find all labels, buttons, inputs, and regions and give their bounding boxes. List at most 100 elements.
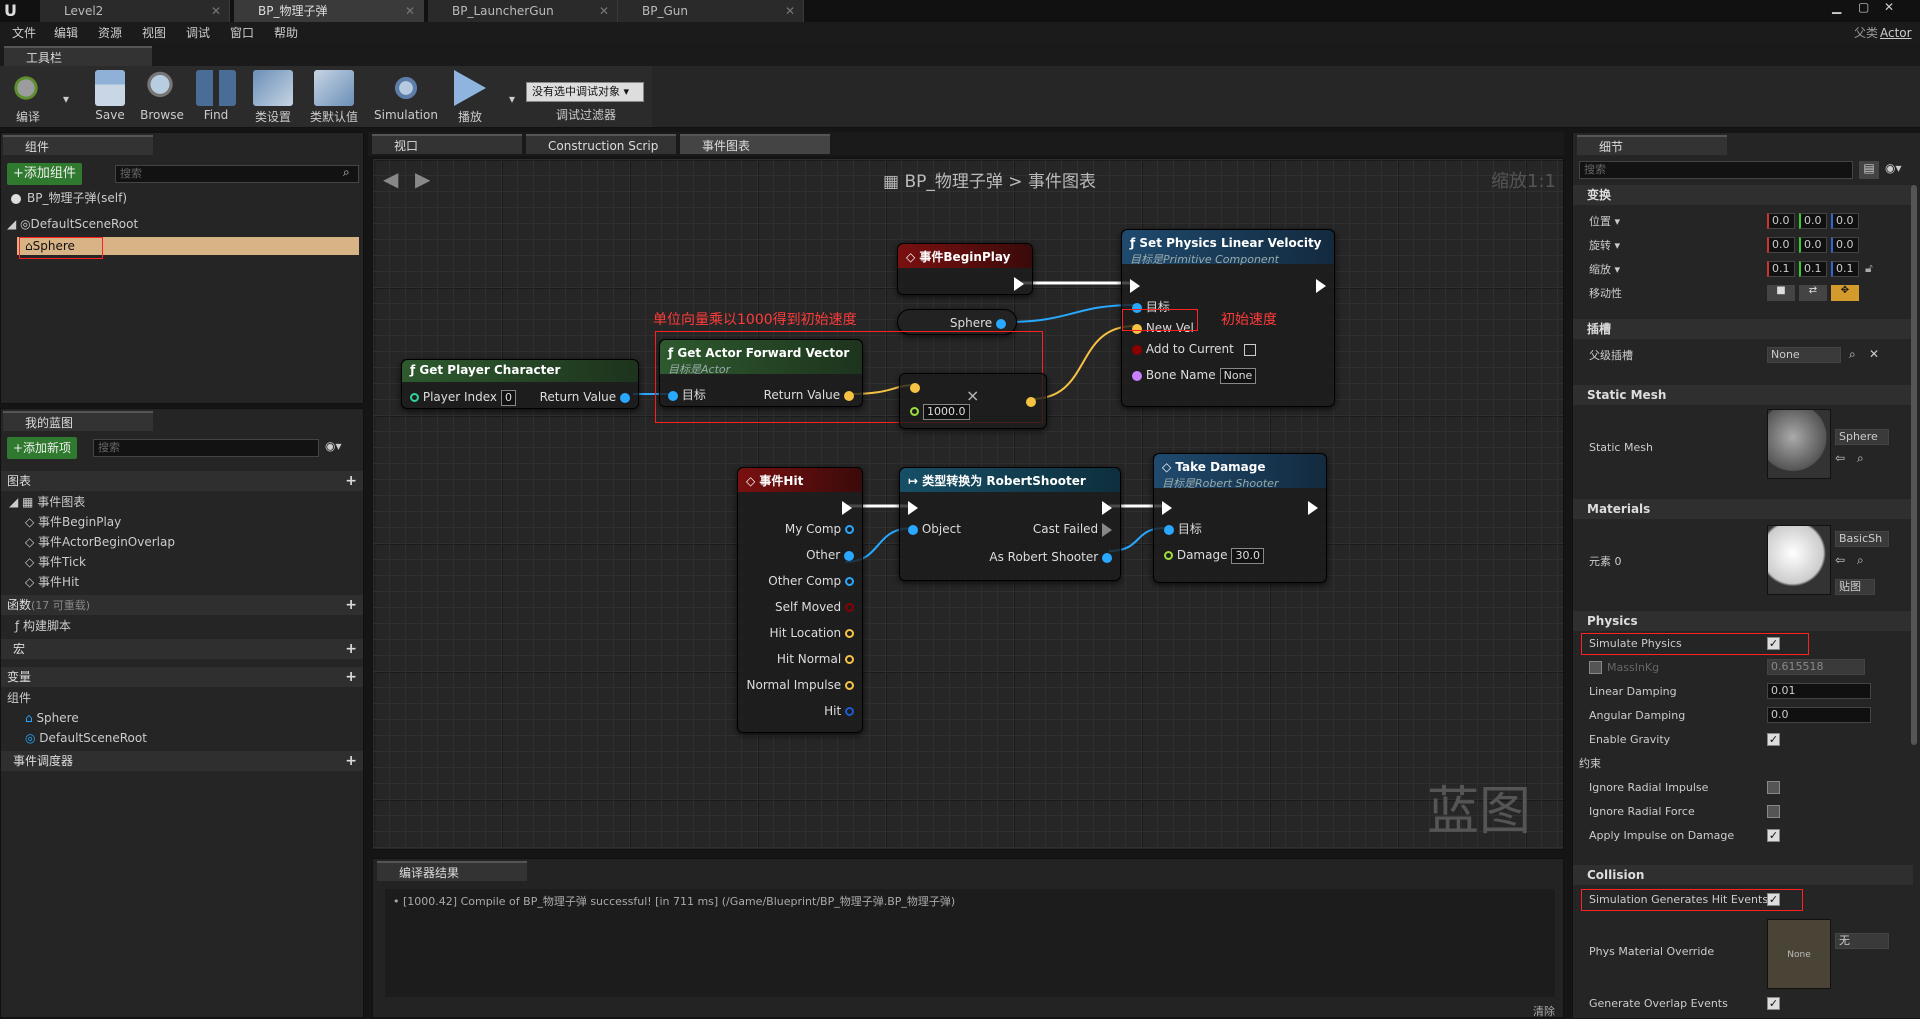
browse-button[interactable]: Browse bbox=[138, 70, 186, 126]
menu-file[interactable]: 文件 bbox=[12, 22, 36, 44]
float-in-pin[interactable]: 1000.0 bbox=[910, 402, 970, 420]
tree-event-tick[interactable]: ◇ 事件Tick bbox=[25, 553, 86, 571]
self-moved-pin[interactable]: Self Moved bbox=[775, 598, 854, 616]
node-get-player-character[interactable]: ƒ Get Player Character Player Index 0 Ret… bbox=[401, 359, 639, 409]
target-pin[interactable]: 目标 bbox=[1164, 520, 1202, 538]
unreal-logo-icon[interactable]: U bbox=[4, 2, 22, 20]
compiler-results-tab[interactable]: 编译器结果 bbox=[377, 861, 527, 881]
exec-out-pin[interactable] bbox=[1102, 498, 1112, 516]
add-to-current-checkbox[interactable] bbox=[1243, 343, 1256, 356]
other-comp-pin[interactable]: Other Comp bbox=[768, 572, 854, 590]
sphere-out-pin[interactable]: Sphere bbox=[950, 314, 1006, 332]
save-button[interactable]: Save bbox=[88, 70, 132, 126]
functions-section[interactable]: 函数(17 可重载) + bbox=[1, 595, 363, 615]
toolbar-tab[interactable]: 工具栏 bbox=[4, 46, 152, 66]
vector-in-pin[interactable] bbox=[910, 378, 920, 396]
socket-clear-icon[interactable]: ✕ bbox=[1869, 347, 1879, 361]
location-z[interactable]: 0.0 bbox=[1831, 213, 1859, 229]
scale-z[interactable]: 0.1 bbox=[1831, 261, 1859, 277]
rotation-x[interactable]: 0.0 bbox=[1767, 237, 1795, 253]
details-search-input[interactable]: 搜索 bbox=[1579, 161, 1853, 179]
static-mesh-thumbnail[interactable] bbox=[1767, 409, 1831, 479]
linear-damping-input[interactable]: 0.01 bbox=[1767, 683, 1871, 699]
materials-section[interactable]: Materials bbox=[1573, 499, 1913, 519]
close-icon[interactable]: ✕ bbox=[405, 0, 415, 22]
doc-tab-launcher-gun[interactable]: BP_LauncherGun ✕ bbox=[428, 0, 618, 22]
damage-pin[interactable]: Damage 30.0 bbox=[1164, 546, 1264, 564]
tab-construction-script[interactable]: Construction Scrip bbox=[526, 134, 676, 154]
search-icon[interactable]: ⌕ bbox=[343, 165, 350, 180]
transform-section[interactable]: 变换 bbox=[1573, 185, 1913, 205]
node-event-hit[interactable]: ◇ 事件Hit My Comp Other Other Comp Self Mo… bbox=[737, 467, 863, 733]
lock-scale-icon[interactable]: 🔓︎ bbox=[1865, 261, 1873, 276]
my-comp-pin[interactable]: My Comp bbox=[785, 520, 854, 538]
scale-y[interactable]: 0.1 bbox=[1799, 261, 1827, 277]
material-browse-icon[interactable]: ⌕ bbox=[1857, 553, 1864, 568]
my-blueprint-search-input[interactable]: 搜索 bbox=[93, 439, 319, 457]
mobility-movable-button[interactable]: ✥ bbox=[1831, 285, 1859, 301]
sockets-section[interactable]: 插槽 bbox=[1573, 319, 1913, 339]
close-icon[interactable]: ✕ bbox=[599, 0, 609, 22]
material-select[interactable]: BasicSh bbox=[1835, 531, 1889, 547]
maximize-icon[interactable]: ▢ bbox=[1858, 0, 1872, 14]
node-get-forward-vector[interactable]: ƒ Get Actor Forward Vector 目标是Actor 目标 Re… bbox=[659, 339, 863, 407]
physics-section[interactable]: Physics bbox=[1573, 611, 1913, 631]
add-function-button[interactable]: + bbox=[345, 595, 357, 615]
constraints-expander[interactable]: 约束 bbox=[1579, 755, 1601, 773]
components-tab[interactable]: 组件 bbox=[3, 135, 153, 155]
rotation-label[interactable]: 旋转 ▾ bbox=[1589, 237, 1620, 255]
damage-value-input[interactable]: 30.0 bbox=[1231, 548, 1264, 564]
property-matrix-icon[interactable]: ▤ bbox=[1859, 161, 1879, 179]
class-defaults-button[interactable]: 类默认值 bbox=[306, 70, 362, 126]
static-mesh-section[interactable]: Static Mesh bbox=[1573, 385, 1913, 405]
tab-viewport[interactable]: 视口 bbox=[372, 134, 522, 154]
menu-asset[interactable]: 资源 bbox=[98, 22, 122, 44]
ignore-radial-force-checkbox[interactable] bbox=[1767, 805, 1780, 818]
graphs-section[interactable]: 图表 + bbox=[1, 471, 363, 491]
exec-in-pin[interactable] bbox=[908, 498, 918, 516]
ignore-radial-impulse-checkbox[interactable] bbox=[1767, 781, 1780, 794]
angular-damping-input[interactable]: 0.0 bbox=[1767, 707, 1871, 723]
bone-name-input[interactable]: None bbox=[1219, 368, 1257, 384]
material-texture-button[interactable]: 贴图 bbox=[1835, 579, 1875, 595]
other-pin[interactable]: Other bbox=[806, 546, 854, 564]
tree-var-default-scene-root[interactable]: ◎ DefaultSceneRoot bbox=[25, 729, 147, 747]
clear-button[interactable]: 清除 bbox=[1533, 1003, 1555, 1019]
player-index-pin[interactable]: Player Index 0 bbox=[410, 388, 517, 406]
doc-tab-bp-bullet[interactable]: BP_物理子弹 ✕ bbox=[234, 0, 424, 22]
play-button[interactable]: 播放 bbox=[448, 70, 492, 126]
scale-x[interactable]: 0.1 bbox=[1767, 261, 1795, 277]
hit-normal-pin[interactable]: Hit Normal bbox=[777, 650, 854, 668]
as-robert-shooter-pin[interactable]: As Robert Shooter bbox=[989, 548, 1112, 566]
tree-item-self[interactable]: BP_物理子弹(self) bbox=[11, 189, 127, 207]
components-search-input[interactable]: 搜索 bbox=[115, 165, 359, 183]
location-x[interactable]: 0.0 bbox=[1767, 213, 1795, 229]
return-value-pin[interactable]: Return Value bbox=[540, 388, 630, 406]
tree-item-default-scene-root[interactable]: ◢ ◎DefaultSceneRoot bbox=[7, 215, 138, 233]
tab-event-graph[interactable]: 事件图表 bbox=[680, 134, 830, 154]
multiply-value-input[interactable]: 1000.0 bbox=[923, 404, 970, 420]
tree-construction-script[interactable]: ƒ 构建脚本 bbox=[15, 617, 71, 635]
compile-button[interactable]: 编译 bbox=[6, 70, 50, 126]
dispatchers-section[interactable]: 事件调度器 + bbox=[1, 751, 363, 771]
hit-location-pin[interactable]: Hit Location bbox=[770, 624, 854, 642]
target-pin[interactable]: 目标 bbox=[668, 386, 706, 404]
vector-out-pin[interactable] bbox=[1026, 392, 1036, 410]
normal-impulse-pin[interactable]: Normal Impulse bbox=[747, 676, 854, 694]
my-blueprint-tab[interactable]: 我的蓝图 bbox=[3, 411, 153, 431]
menu-help[interactable]: 帮助 bbox=[274, 22, 298, 44]
tree-event-hit[interactable]: ◇ 事件Hit bbox=[25, 573, 79, 591]
hit-result-pin[interactable]: Hit bbox=[824, 702, 854, 720]
phys-material-thumbnail[interactable]: None bbox=[1767, 919, 1831, 989]
class-settings-button[interactable]: 类设置 bbox=[250, 70, 296, 126]
exec-in-pin[interactable] bbox=[1130, 276, 1140, 294]
macros-section[interactable]: 宏 + bbox=[1, 639, 363, 659]
doc-tab-level2[interactable]: Level2 ✕ bbox=[40, 0, 230, 22]
expand-arrow-icon[interactable]: ◢ bbox=[7, 217, 16, 231]
add-component-button[interactable]: +添加组件 bbox=[7, 163, 82, 185]
overlap-events-checkbox[interactable]: ✓ bbox=[1767, 997, 1780, 1010]
tree-var-sphere[interactable]: ⌂ Sphere bbox=[25, 709, 79, 727]
exec-out-pin[interactable] bbox=[1316, 276, 1326, 294]
add-new-button[interactable]: +添加新项 bbox=[7, 437, 78, 459]
minimize-icon[interactable]: ▁ bbox=[1832, 0, 1846, 14]
